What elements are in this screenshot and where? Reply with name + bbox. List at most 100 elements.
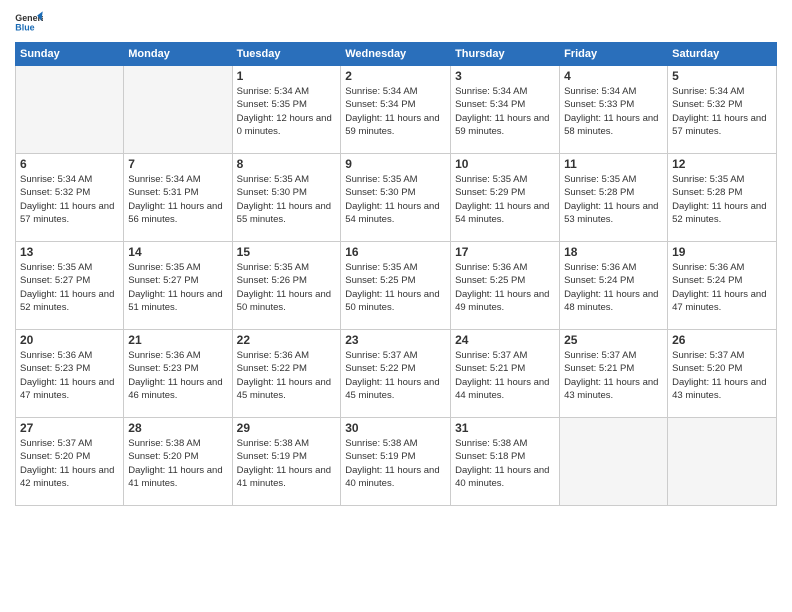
calendar-cell bbox=[16, 66, 124, 154]
day-info: Sunrise: 5:35 AMSunset: 5:27 PMDaylight:… bbox=[128, 261, 227, 314]
day-number: 10 bbox=[455, 157, 555, 171]
svg-text:Blue: Blue bbox=[15, 23, 34, 33]
day-info: Sunrise: 5:34 AMSunset: 5:32 PMDaylight:… bbox=[672, 85, 772, 138]
calendar-day-header: Tuesday bbox=[232, 43, 341, 66]
calendar-cell: 12 Sunrise: 5:35 AMSunset: 5:28 PMDayligh… bbox=[668, 154, 777, 242]
calendar-cell bbox=[560, 418, 668, 506]
calendar-day-header: Wednesday bbox=[341, 43, 451, 66]
day-info: Sunrise: 5:36 AMSunset: 5:24 PMDaylight:… bbox=[564, 261, 663, 314]
day-number: 26 bbox=[672, 333, 772, 347]
day-number: 22 bbox=[237, 333, 337, 347]
calendar-cell: 25 Sunrise: 5:37 AMSunset: 5:21 PMDayligh… bbox=[560, 330, 668, 418]
day-number: 5 bbox=[672, 69, 772, 83]
day-info: Sunrise: 5:36 AMSunset: 5:23 PMDaylight:… bbox=[128, 349, 227, 402]
calendar-cell: 14 Sunrise: 5:35 AMSunset: 5:27 PMDayligh… bbox=[124, 242, 232, 330]
calendar-cell: 27 Sunrise: 5:37 AMSunset: 5:20 PMDayligh… bbox=[16, 418, 124, 506]
calendar-cell: 21 Sunrise: 5:36 AMSunset: 5:23 PMDayligh… bbox=[124, 330, 232, 418]
day-number: 24 bbox=[455, 333, 555, 347]
calendar-cell: 18 Sunrise: 5:36 AMSunset: 5:24 PMDayligh… bbox=[560, 242, 668, 330]
calendar-day-header: Friday bbox=[560, 43, 668, 66]
calendar-week-row: 20 Sunrise: 5:36 AMSunset: 5:23 PMDayligh… bbox=[16, 330, 777, 418]
day-info: Sunrise: 5:38 AMSunset: 5:20 PMDaylight:… bbox=[128, 437, 227, 490]
logo: General Blue bbox=[15, 10, 43, 34]
day-number: 2 bbox=[345, 69, 446, 83]
day-number: 1 bbox=[237, 69, 337, 83]
calendar-cell: 7 Sunrise: 5:34 AMSunset: 5:31 PMDaylight… bbox=[124, 154, 232, 242]
day-info: Sunrise: 5:35 AMSunset: 5:26 PMDaylight:… bbox=[237, 261, 337, 314]
calendar-cell: 2 Sunrise: 5:34 AMSunset: 5:34 PMDaylight… bbox=[341, 66, 451, 154]
calendar-cell: 5 Sunrise: 5:34 AMSunset: 5:32 PMDaylight… bbox=[668, 66, 777, 154]
day-info: Sunrise: 5:36 AMSunset: 5:24 PMDaylight:… bbox=[672, 261, 772, 314]
day-number: 11 bbox=[564, 157, 663, 171]
day-info: Sunrise: 5:34 AMSunset: 5:34 PMDaylight:… bbox=[455, 85, 555, 138]
day-info: Sunrise: 5:34 AMSunset: 5:33 PMDaylight:… bbox=[564, 85, 663, 138]
calendar-week-row: 1 Sunrise: 5:34 AMSunset: 5:35 PMDaylight… bbox=[16, 66, 777, 154]
day-info: Sunrise: 5:35 AMSunset: 5:30 PMDaylight:… bbox=[345, 173, 446, 226]
day-info: Sunrise: 5:34 AMSunset: 5:34 PMDaylight:… bbox=[345, 85, 446, 138]
day-number: 29 bbox=[237, 421, 337, 435]
day-info: Sunrise: 5:37 AMSunset: 5:21 PMDaylight:… bbox=[455, 349, 555, 402]
day-number: 27 bbox=[20, 421, 119, 435]
day-info: Sunrise: 5:35 AMSunset: 5:28 PMDaylight:… bbox=[564, 173, 663, 226]
calendar-header-row: SundayMondayTuesdayWednesdayThursdayFrid… bbox=[16, 43, 777, 66]
day-info: Sunrise: 5:35 AMSunset: 5:30 PMDaylight:… bbox=[237, 173, 337, 226]
day-info: Sunrise: 5:37 AMSunset: 5:22 PMDaylight:… bbox=[345, 349, 446, 402]
day-number: 31 bbox=[455, 421, 555, 435]
calendar-cell: 19 Sunrise: 5:36 AMSunset: 5:24 PMDayligh… bbox=[668, 242, 777, 330]
day-number: 8 bbox=[237, 157, 337, 171]
day-info: Sunrise: 5:36 AMSunset: 5:25 PMDaylight:… bbox=[455, 261, 555, 314]
day-info: Sunrise: 5:34 AMSunset: 5:32 PMDaylight:… bbox=[20, 173, 119, 226]
day-number: 16 bbox=[345, 245, 446, 259]
day-info: Sunrise: 5:37 AMSunset: 5:20 PMDaylight:… bbox=[20, 437, 119, 490]
day-number: 7 bbox=[128, 157, 227, 171]
day-number: 17 bbox=[455, 245, 555, 259]
calendar-cell: 6 Sunrise: 5:34 AMSunset: 5:32 PMDaylight… bbox=[16, 154, 124, 242]
day-info: Sunrise: 5:35 AMSunset: 5:27 PMDaylight:… bbox=[20, 261, 119, 314]
day-number: 20 bbox=[20, 333, 119, 347]
calendar-cell: 1 Sunrise: 5:34 AMSunset: 5:35 PMDaylight… bbox=[232, 66, 341, 154]
calendar-cell bbox=[668, 418, 777, 506]
day-number: 12 bbox=[672, 157, 772, 171]
calendar-cell: 8 Sunrise: 5:35 AMSunset: 5:30 PMDaylight… bbox=[232, 154, 341, 242]
calendar-cell: 23 Sunrise: 5:37 AMSunset: 5:22 PMDayligh… bbox=[341, 330, 451, 418]
calendar-cell bbox=[124, 66, 232, 154]
day-info: Sunrise: 5:35 AMSunset: 5:29 PMDaylight:… bbox=[455, 173, 555, 226]
day-info: Sunrise: 5:35 AMSunset: 5:25 PMDaylight:… bbox=[345, 261, 446, 314]
day-number: 19 bbox=[672, 245, 772, 259]
calendar-day-header: Sunday bbox=[16, 43, 124, 66]
day-info: Sunrise: 5:34 AMSunset: 5:35 PMDaylight:… bbox=[237, 85, 337, 138]
day-number: 18 bbox=[564, 245, 663, 259]
calendar-cell: 16 Sunrise: 5:35 AMSunset: 5:25 PMDayligh… bbox=[341, 242, 451, 330]
day-number: 6 bbox=[20, 157, 119, 171]
calendar-cell: 20Sunrise: 5:36 AMSunset: 5:23 PMDayligh… bbox=[16, 330, 124, 418]
calendar-cell: 3 Sunrise: 5:34 AMSunset: 5:34 PMDaylight… bbox=[451, 66, 560, 154]
day-info: Sunrise: 5:38 AMSunset: 5:19 PMDaylight:… bbox=[345, 437, 446, 490]
day-number: 25 bbox=[564, 333, 663, 347]
day-info: Sunrise: 5:34 AMSunset: 5:31 PMDaylight:… bbox=[128, 173, 227, 226]
day-info: Sunrise: 5:35 AMSunset: 5:28 PMDaylight:… bbox=[672, 173, 772, 226]
calendar-cell: 15Sunrise: 5:35 AMSunset: 5:26 PMDayligh… bbox=[232, 242, 341, 330]
day-info: Sunrise: 5:38 AMSunset: 5:19 PMDaylight:… bbox=[237, 437, 337, 490]
day-number: 23 bbox=[345, 333, 446, 347]
day-number: 4 bbox=[564, 69, 663, 83]
calendar-cell: 13 Sunrise: 5:35 AMSunset: 5:27 PMDayligh… bbox=[16, 242, 124, 330]
day-number: 3 bbox=[455, 69, 555, 83]
calendar-cell: 17 Sunrise: 5:36 AMSunset: 5:25 PMDayligh… bbox=[451, 242, 560, 330]
calendar-week-row: 27 Sunrise: 5:37 AMSunset: 5:20 PMDayligh… bbox=[16, 418, 777, 506]
calendar-cell: 11 Sunrise: 5:35 AMSunset: 5:28 PMDayligh… bbox=[560, 154, 668, 242]
calendar-cell: 30Sunrise: 5:38 AMSunset: 5:19 PMDayligh… bbox=[341, 418, 451, 506]
day-number: 14 bbox=[128, 245, 227, 259]
day-info: Sunrise: 5:37 AMSunset: 5:21 PMDaylight:… bbox=[564, 349, 663, 402]
day-number: 28 bbox=[128, 421, 227, 435]
day-info: Sunrise: 5:36 AMSunset: 5:22 PMDaylight:… bbox=[237, 349, 337, 402]
day-number: 21 bbox=[128, 333, 227, 347]
calendar-cell: 28 Sunrise: 5:38 AMSunset: 5:20 PMDayligh… bbox=[124, 418, 232, 506]
day-number: 13 bbox=[20, 245, 119, 259]
calendar-cell: 29 Sunrise: 5:38 AMSunset: 5:19 PMDayligh… bbox=[232, 418, 341, 506]
calendar-cell: 4 Sunrise: 5:34 AMSunset: 5:33 PMDaylight… bbox=[560, 66, 668, 154]
calendar-week-row: 6 Sunrise: 5:34 AMSunset: 5:32 PMDaylight… bbox=[16, 154, 777, 242]
calendar-cell: 22 Sunrise: 5:36 AMSunset: 5:22 PMDayligh… bbox=[232, 330, 341, 418]
calendar-day-header: Monday bbox=[124, 43, 232, 66]
day-number: 9 bbox=[345, 157, 446, 171]
header: General Blue bbox=[15, 10, 777, 34]
